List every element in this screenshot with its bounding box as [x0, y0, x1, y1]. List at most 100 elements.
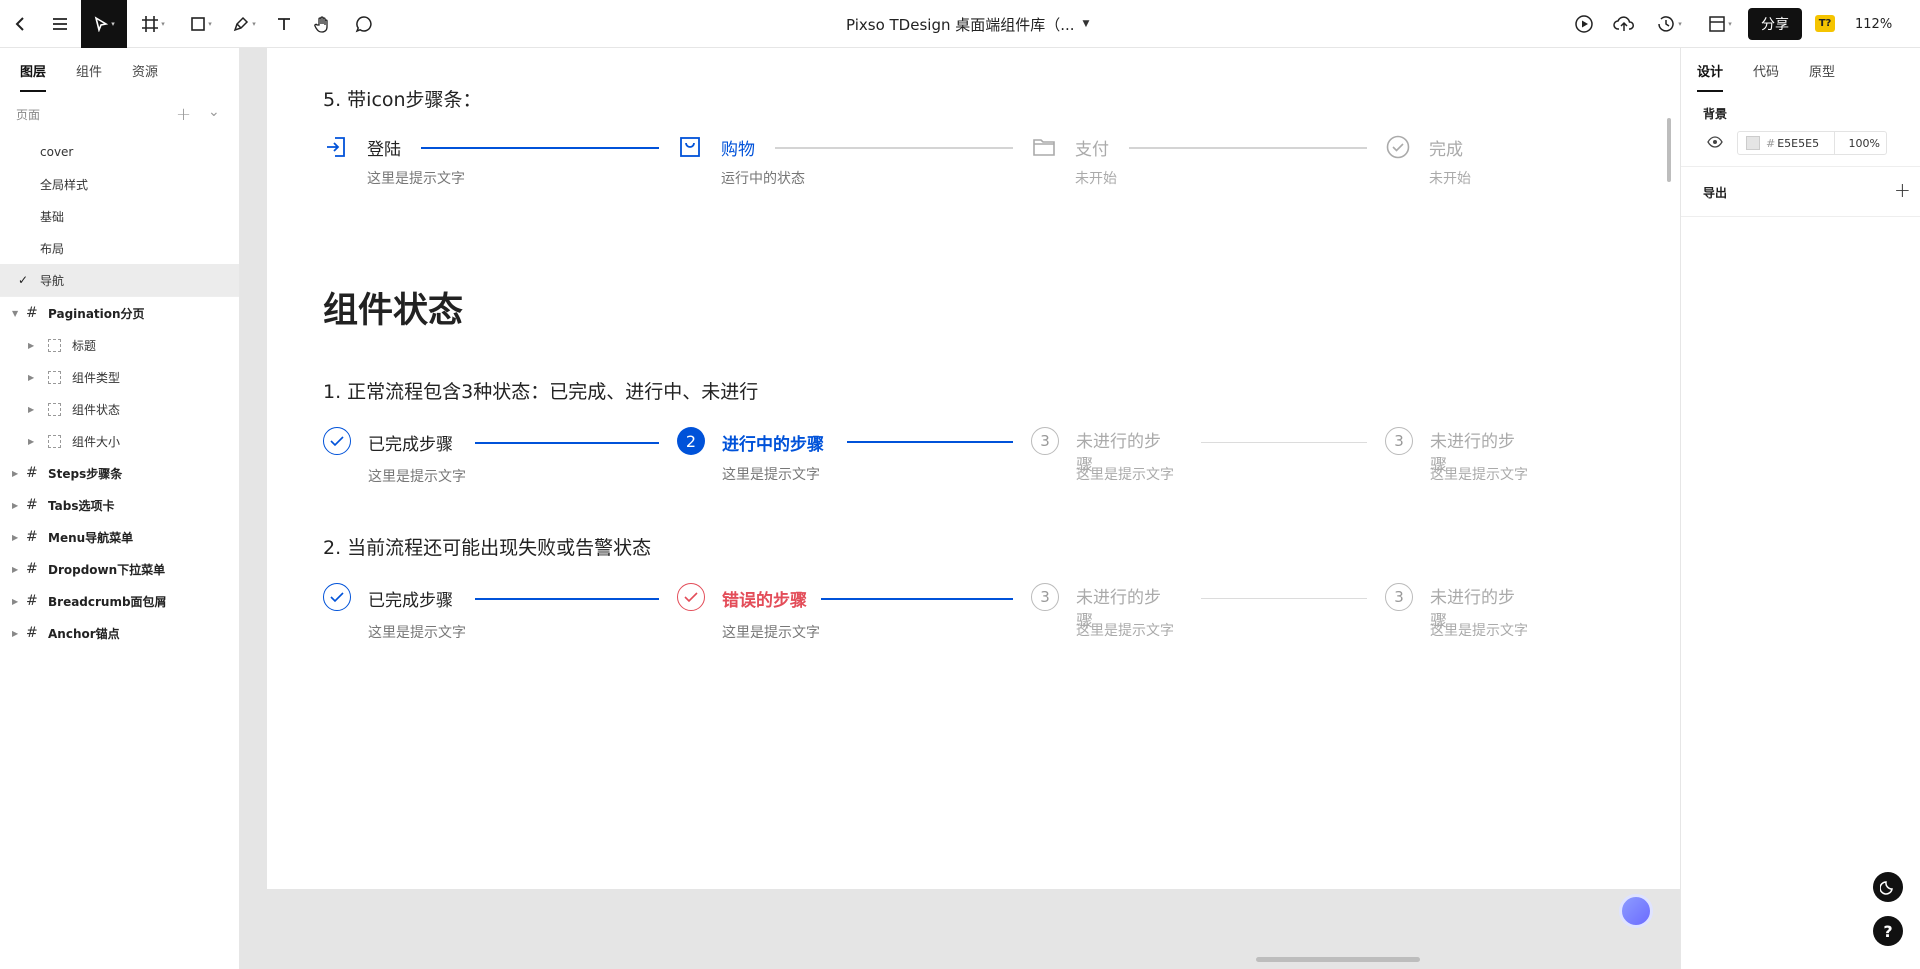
caret-right-icon[interactable]: ▶ — [28, 373, 34, 382]
layout-button[interactable]: ▾ — [1704, 0, 1736, 48]
frame-tool-button[interactable]: ▾ — [138, 0, 168, 48]
cloud-upload-icon — [1613, 16, 1634, 31]
caret-right-icon[interactable]: ▶ — [12, 501, 18, 510]
frame-icon: # — [26, 561, 38, 577]
step-title: 错误的步骤 — [722, 591, 807, 611]
caret-right-icon[interactable]: ▶ — [12, 469, 18, 478]
layer-item[interactable]: ▼ # Pagination分页 — [0, 297, 239, 329]
background-color-field[interactable]: # E5E5E5 100% — [1737, 131, 1887, 155]
artboard[interactable]: 5. 带icon步骤条： 登陆 这里是提示文字 购物 运行中的状态 支付 未开始… — [267, 48, 1680, 889]
chevron-down-icon[interactable]: ⌄ — [208, 104, 220, 120]
step-connector — [475, 442, 659, 444]
layer-item[interactable]: ▶ # Anchor锚点 — [0, 617, 239, 649]
play-button[interactable] — [1572, 0, 1596, 48]
rectangle-icon — [191, 17, 206, 31]
pen-icon — [234, 16, 249, 32]
page-item-basic[interactable]: 基础 — [0, 200, 239, 232]
tab-code[interactable]: 代码 — [1753, 48, 1779, 92]
page-label: cover — [40, 145, 74, 159]
layer-item[interactable]: ▶ 组件状态 — [0, 393, 239, 425]
bg-opacity-value[interactable]: 100% — [1833, 132, 1886, 154]
layer-label: Anchor锚点 — [48, 626, 120, 641]
horizontal-scrollbar[interactable] — [1256, 957, 1420, 962]
section-icon — [48, 338, 61, 352]
step-title: 登陆 — [367, 140, 401, 160]
step-done-icon — [323, 427, 351, 455]
layer-item[interactable]: ▶ 组件类型 — [0, 361, 239, 393]
section-title: 组件状态 — [323, 291, 464, 331]
page-item-layout[interactable]: 布局 — [0, 232, 239, 264]
tab-assets[interactable]: 资源 — [132, 48, 158, 92]
layer-item[interactable]: ▶ # Tabs选项卡 — [0, 489, 239, 521]
layer-item[interactable]: ▶ # Steps步骤条 — [0, 457, 239, 489]
frame-icon: # — [26, 593, 38, 609]
menu-icon[interactable] — [48, 0, 72, 48]
layer-item[interactable]: ▶ # Breadcrumb面包屑 — [0, 585, 239, 617]
folder-icon — [1033, 139, 1055, 156]
caret-right-icon[interactable]: ▶ — [28, 405, 34, 414]
step-title: 支付 — [1075, 140, 1109, 160]
hand-tool-button[interactable] — [311, 0, 335, 48]
step-desc: 这里是提示文字 — [1430, 623, 1528, 639]
bg-color-value[interactable]: E5E5E5 — [1777, 137, 1819, 150]
pen-tool-button[interactable]: ▾ — [232, 0, 256, 48]
add-page-icon[interactable]: + — [176, 104, 191, 125]
avatar[interactable]: T? — [1815, 15, 1835, 32]
document-title[interactable]: Pixso TDesign 桌面端组件库（... ▼ — [846, 0, 1089, 48]
shape-tool-button[interactable]: ▾ — [186, 0, 216, 48]
caret-right-icon[interactable]: ▶ — [28, 341, 34, 350]
caret-right-icon[interactable]: ▶ — [12, 629, 18, 638]
caret-right-icon[interactable]: ▶ — [12, 565, 18, 574]
layer-item[interactable]: ▶ # Menu导航菜单 — [0, 521, 239, 553]
step-connector — [475, 598, 659, 600]
page-item-cover[interactable]: cover — [0, 136, 239, 168]
share-button[interactable]: 分享 — [1748, 8, 1802, 40]
step-desc: 未开始 — [1075, 171, 1117, 187]
step-desc: 这里是提示文字 — [368, 625, 466, 641]
eye-icon[interactable] — [1707, 136, 1723, 148]
step-current-icon: 2 — [677, 427, 705, 455]
caret-right-icon[interactable]: ▶ — [12, 533, 18, 542]
layout-icon — [1709, 16, 1725, 32]
page-label: 基础 — [40, 209, 65, 224]
tab-prototype[interactable]: 原型 — [1809, 48, 1835, 92]
step-done-icon — [323, 583, 351, 611]
color-swatch[interactable] — [1746, 136, 1760, 150]
help-button[interactable]: ? — [1873, 916, 1903, 946]
caret-right-icon[interactable]: ▶ — [12, 597, 18, 606]
tab-layers[interactable]: 图层 — [20, 48, 47, 92]
check-icon: ✓ — [18, 273, 29, 287]
layer-item[interactable]: ▶ 组件大小 — [0, 425, 239, 457]
text-tool-button[interactable] — [272, 0, 296, 48]
comment-tool-button[interactable] — [352, 0, 376, 48]
back-icon[interactable] — [8, 0, 32, 48]
page-item-global-style[interactable]: 全局样式 — [0, 168, 239, 200]
design-canvas[interactable]: 5. 带icon步骤条： 登陆 这里是提示文字 购物 运行中的状态 支付 未开始… — [241, 48, 1680, 969]
tab-components[interactable]: 组件 — [76, 48, 102, 92]
step-pending-icon: 3 — [1385, 583, 1413, 611]
upload-button[interactable] — [1611, 0, 1637, 48]
history-icon — [1658, 16, 1674, 32]
add-export-icon[interactable]: + — [1894, 178, 1911, 202]
step-connector — [775, 147, 1013, 149]
frame-icon: # — [26, 529, 38, 545]
cart-icon — [680, 137, 700, 157]
step-connector — [421, 147, 659, 149]
layer-item[interactable]: ▶ 标题 — [0, 329, 239, 361]
vertical-scrollbar[interactable] — [1667, 118, 1671, 182]
text-icon — [278, 18, 290, 30]
history-button[interactable]: ▾ — [1652, 0, 1686, 48]
assistant-button[interactable] — [1619, 894, 1653, 928]
move-tool-button[interactable]: ▾ — [81, 0, 127, 48]
zoom-level[interactable]: 112% — [1855, 0, 1892, 48]
step-connector — [1201, 442, 1367, 443]
layer-item[interactable]: ▶ # Dropdown下拉菜单 — [0, 553, 239, 585]
layer-label: Dropdown下拉菜单 — [48, 562, 166, 577]
caret-down-icon[interactable]: ▼ — [12, 309, 18, 318]
dark-mode-button[interactable] — [1873, 872, 1903, 902]
step-pending-icon: 3 — [1031, 583, 1059, 611]
page-item-navigation[interactable]: ✓ 导航 — [0, 264, 239, 296]
tab-design[interactable]: 设计 — [1697, 48, 1724, 92]
caret-right-icon[interactable]: ▶ — [28, 437, 34, 446]
frame-icon: # — [26, 465, 38, 481]
